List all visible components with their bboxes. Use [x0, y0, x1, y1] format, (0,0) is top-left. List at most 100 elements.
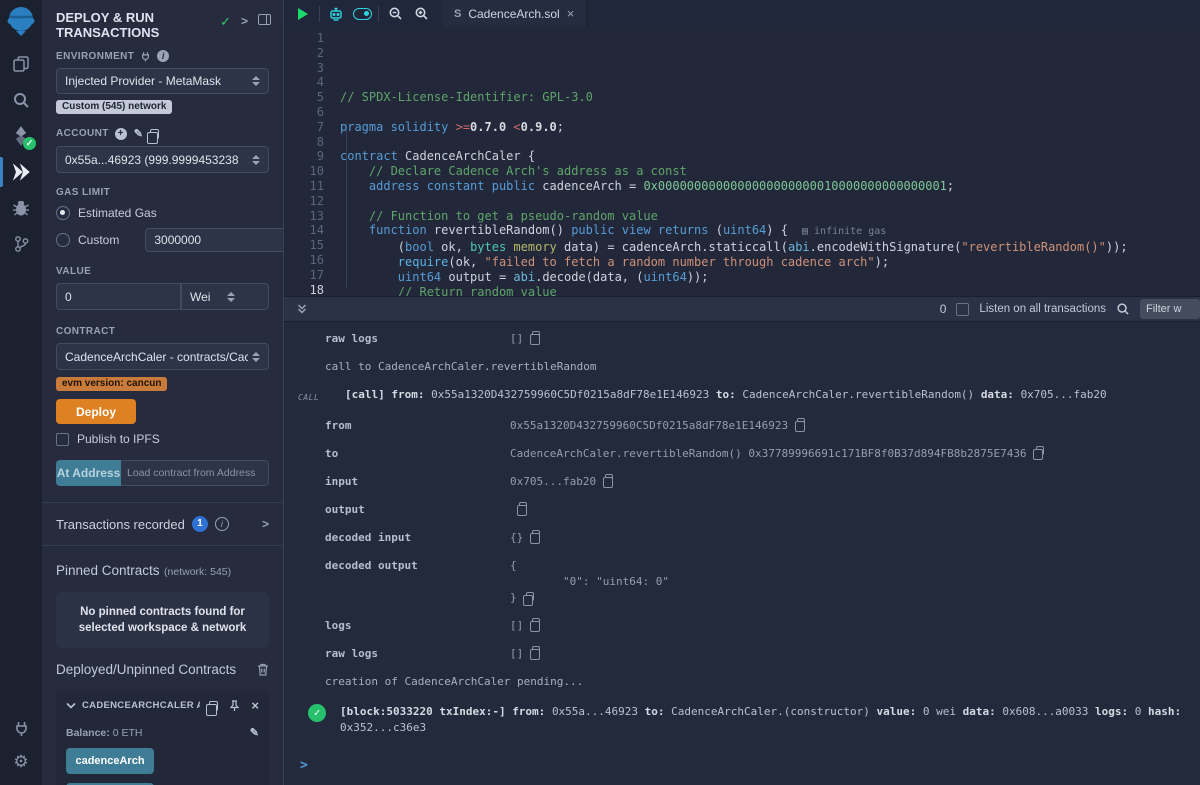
terminal-row: CALL[call] from: 0x55a1320D432759960C5Df… — [298, 387, 1200, 406]
contract-instance-title[interactable]: CADENCEARCHCALER AT 0X377 — [82, 700, 200, 711]
terminal-body[interactable]: raw logs[]call to CadenceArchCaler.rever… — [284, 322, 1200, 785]
contract-select[interactable]: CadenceArchCaler - contracts/Cac — [56, 343, 269, 370]
code-line[interactable]: pragma solidity >=0.7.0 <0.9.0; — [340, 120, 1200, 135]
copy-icon[interactable] — [532, 646, 540, 655]
transactions-recorded-label: Transactions recorded — [56, 517, 185, 532]
line-number: 8 — [284, 135, 340, 150]
code-line[interactable] — [340, 105, 1200, 120]
plugin-manager-icon[interactable] — [0, 711, 42, 745]
copy-icon[interactable] — [526, 592, 534, 601]
custom-gas-input[interactable] — [145, 228, 284, 252]
deploy-button[interactable]: Deploy — [56, 399, 136, 424]
select-arrows-icon — [252, 155, 260, 165]
collapse-terminal-icon[interactable] — [296, 303, 308, 315]
code-line[interactable]: contract CadenceArchCaler { — [340, 149, 1200, 164]
panel-title: DEPLOY & RUN TRANSACTIONS — [56, 10, 186, 40]
filter-input[interactable] — [1140, 299, 1200, 319]
code-line[interactable]: address constant public cadenceArch = 0x… — [340, 179, 1200, 194]
search-icon[interactable] — [0, 82, 42, 118]
radio-selected-icon[interactable] — [56, 206, 70, 220]
edit-account-icon[interactable]: ✎ — [134, 127, 144, 140]
settings-icon[interactable]: ⚙ — [0, 745, 42, 779]
code-line[interactable]: // SPDX-License-Identifier: GPL-3.0 — [340, 90, 1200, 105]
copy-icon[interactable] — [532, 618, 540, 627]
code-line[interactable]: // Function to get a pseudo-random value — [340, 209, 1200, 224]
terminal-row: input0x705...fab20 — [298, 474, 1200, 490]
git-icon[interactable] — [0, 226, 42, 262]
select-arrows-icon — [252, 352, 260, 362]
code-line[interactable] — [340, 135, 1200, 150]
code-line[interactable]: require(ok, "failed to fetch a random nu… — [340, 255, 1200, 270]
gas-estimate-annotation: ▤ infinite gas — [802, 226, 886, 237]
trash-icon[interactable] — [257, 663, 269, 676]
environment-label: ENVIRONMENT i — [56, 50, 269, 62]
code-line[interactable]: // Return random value — [340, 285, 1200, 296]
expand-panel-icon[interactable]: > — [241, 14, 248, 28]
zoom-in-icon[interactable] — [408, 6, 434, 21]
copy-account-icon[interactable] — [150, 129, 159, 139]
line-number: 16 — [284, 253, 340, 268]
gas-limit-label: GAS LIMIT — [56, 187, 269, 198]
account-label: ACCOUNT + ✎ — [56, 127, 269, 140]
environment-info-icon[interactable]: i — [157, 50, 169, 62]
run-script-icon[interactable] — [290, 8, 316, 20]
at-address-input[interactable] — [121, 460, 269, 486]
estimated-gas-option[interactable]: Estimated Gas — [56, 206, 269, 220]
code-line[interactable]: function revertibleRandom() public view … — [340, 223, 1200, 240]
remove-instance-icon[interactable]: × — [251, 698, 259, 713]
value-unit-select[interactable]: Wei — [181, 283, 269, 310]
tab-cadencearch-sol[interactable]: S CadenceArch.sol × — [442, 0, 587, 27]
terminal-row: from0x55a1320D432759960C5Df0215a8dF78e1E… — [298, 418, 1200, 434]
collapse-icon[interactable] — [66, 702, 76, 709]
remix-logo[interactable] — [4, 4, 38, 38]
add-account-icon[interactable]: + — [115, 128, 127, 140]
copy-icon[interactable] — [605, 474, 613, 483]
transactions-info-icon[interactable]: i — [215, 517, 229, 531]
terminal-prompt[interactable]: > — [298, 758, 1200, 773]
file-explorer-icon[interactable] — [0, 46, 42, 82]
publish-label: Publish to IPFS — [77, 432, 160, 446]
environment-select[interactable]: Injected Provider - MetaMask — [56, 68, 269, 94]
tab-close-icon[interactable]: × — [567, 6, 575, 21]
listen-checkbox[interactable] — [956, 303, 969, 316]
copy-icon[interactable] — [532, 331, 540, 340]
code-line[interactable] — [340, 194, 1200, 209]
radio-unselected-icon[interactable] — [56, 233, 70, 247]
pin-icon[interactable] — [229, 700, 240, 712]
code-line[interactable]: (bool ok, bytes memory data) = cadenceAr… — [340, 240, 1200, 255]
copy-icon[interactable] — [797, 418, 805, 427]
zoom-out-icon[interactable] — [382, 6, 408, 21]
code-line[interactable] — [340, 75, 1200, 90]
line-number: 3 — [284, 61, 340, 76]
publish-checkbox[interactable] — [56, 433, 69, 446]
tab-label: CadenceArch.sol — [468, 7, 559, 21]
value-input[interactable] — [56, 283, 181, 310]
cadence-arch-button[interactable]: cadenceArch — [66, 748, 154, 774]
code-line[interactable]: uint64 output = abi.decode(data, (uint64… — [340, 270, 1200, 285]
at-address-button[interactable]: At Address — [56, 460, 121, 486]
copy-icon[interactable] — [519, 502, 527, 511]
copy-address-icon[interactable] — [209, 701, 218, 711]
solidity-compiler-icon[interactable]: ✓ — [0, 118, 42, 154]
code-line[interactable]: // Declare Cadence Arch's address as a c… — [340, 164, 1200, 179]
line-number: 2 — [284, 46, 340, 61]
split-panel-icon[interactable] — [258, 14, 271, 25]
ai-assistant-icon[interactable] — [323, 6, 349, 22]
code-editor[interactable]: 123456789101112131415161718 // SPDX-Lice… — [284, 27, 1200, 296]
transactions-expand-icon[interactable]: > — [262, 517, 269, 531]
edit-balance-icon[interactable]: ✎ — [250, 726, 259, 739]
custom-gas-option[interactable]: Custom — [56, 228, 269, 252]
account-select[interactable]: 0x55a...46923 (999.9999453238 — [56, 146, 269, 173]
transactions-recorded-row[interactable]: Transactions recorded 1 i > — [42, 503, 283, 545]
editor-code[interactable]: // SPDX-License-Identifier: GPL-3.0 prag… — [340, 31, 1200, 296]
terminal-search-icon[interactable] — [1116, 302, 1130, 316]
deployed-contract-card: CADENCEARCHCALER AT 0X377 × Balance: 0 E… — [56, 689, 269, 785]
publish-ipfs-option[interactable]: Publish to IPFS — [56, 432, 269, 446]
copy-icon[interactable] — [532, 530, 540, 539]
deploy-run-icon[interactable] — [0, 154, 42, 190]
debugger-icon[interactable] — [0, 190, 42, 226]
estimated-gas-text: Estimated Gas — [78, 206, 157, 220]
copilot-toggle-icon[interactable] — [349, 8, 375, 20]
activity-bar: ✓ ⚙ — [0, 0, 42, 785]
copy-icon[interactable] — [1036, 446, 1044, 455]
